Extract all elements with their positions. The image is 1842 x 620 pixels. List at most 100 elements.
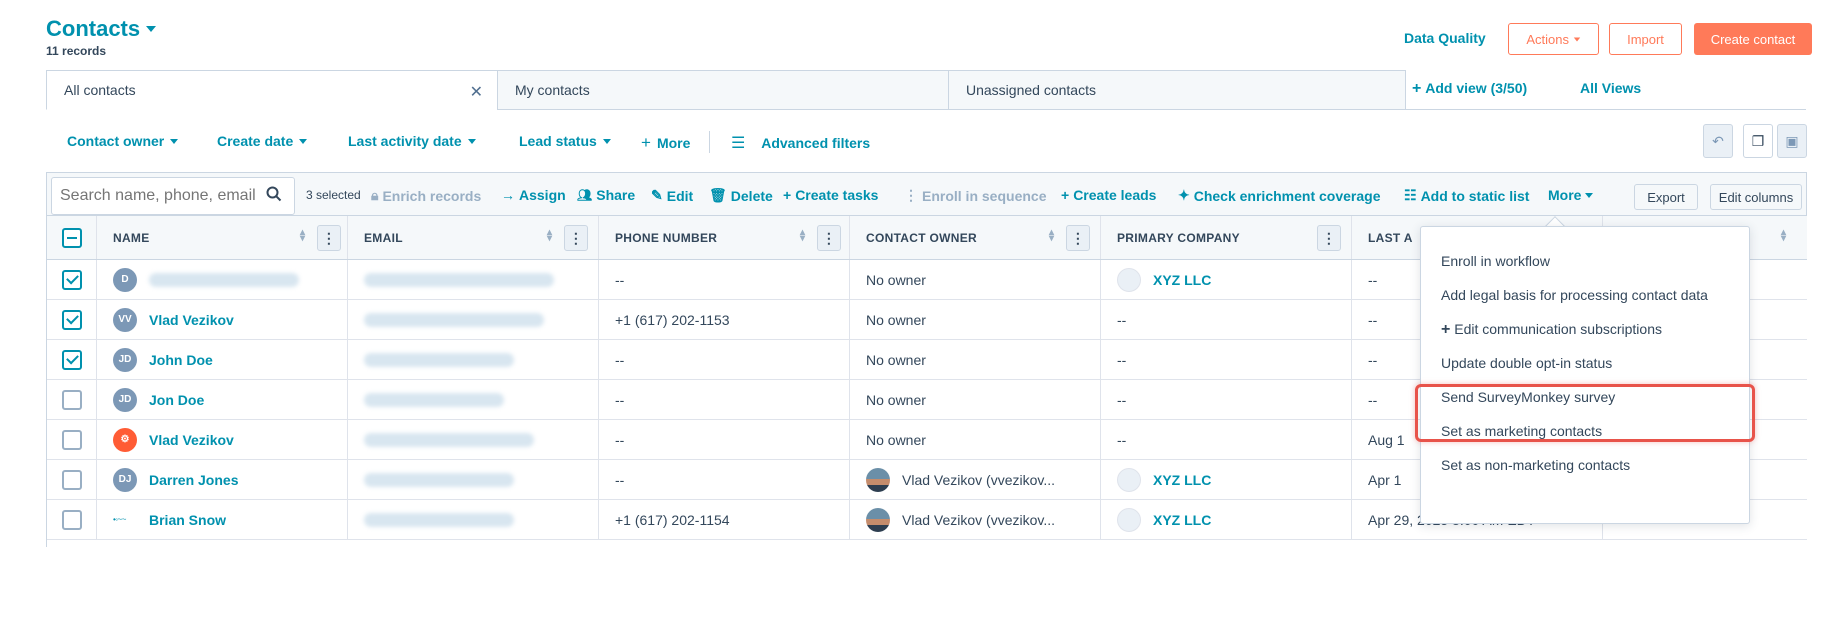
select-all-checkbox[interactable]	[62, 227, 82, 248]
selected-count: 3 selected	[306, 188, 361, 202]
column-options-icon[interactable]: ⋮	[1317, 225, 1341, 251]
tab-my-contacts[interactable]: My contacts	[497, 70, 949, 110]
company-cell: --	[1101, 340, 1352, 379]
caret-down-icon	[1573, 37, 1580, 41]
contact-name-link[interactable]: Darren Jones	[149, 472, 238, 488]
create-tasks-button[interactable]: + Create tasks	[783, 187, 878, 203]
company-link[interactable]: XYZ LLC	[1153, 472, 1211, 488]
all-views-link[interactable]: All Views	[1580, 80, 1641, 96]
create-leads-button[interactable]: + Create leads	[1061, 187, 1156, 203]
avatar: JD	[113, 347, 137, 372]
phone-cell: --	[599, 460, 850, 499]
add-view-button[interactable]: + Add view (3/50)	[1412, 80, 1527, 98]
menu-item-enroll-in-workflow[interactable]: Enroll in workflow	[1441, 253, 1550, 269]
import-button[interactable]: Import	[1609, 23, 1682, 55]
sort-icon[interactable]: ▴ ▾	[547, 228, 552, 244]
row-checkbox[interactable]	[62, 509, 82, 530]
menu-item-update-double-opt-in[interactable]: Update double opt-in status	[1441, 355, 1612, 371]
sparkle-icon: ✦	[1178, 187, 1190, 203]
row-checkbox[interactable]	[62, 309, 82, 330]
filter-contact-owner[interactable]: Contact owner	[67, 133, 179, 149]
contact-name-link[interactable]: Vlad Vezikov	[149, 432, 234, 448]
row-checkbox[interactable]	[62, 269, 82, 290]
filter-last-activity-date[interactable]: Last activity date	[348, 133, 476, 149]
tabs-divider	[1405, 109, 1806, 110]
name-cell: •◦~~ Brian Snow	[97, 500, 348, 539]
column-options-icon[interactable]: ⋮	[564, 225, 588, 251]
enroll-in-sequence-button[interactable]: ⋮ Enroll in sequence	[904, 187, 1046, 204]
share-button[interactable]: 👥︎ Share	[577, 187, 635, 203]
redacted-email	[364, 432, 534, 447]
column-name[interactable]: NAME ▴ ▾ ⋮	[97, 216, 348, 259]
add-to-static-list-button[interactable]: ☷ Add to static list	[1404, 187, 1529, 204]
filter-lead-status[interactable]: Lead status	[519, 133, 611, 149]
save-icon[interactable]: ▣	[1777, 124, 1807, 158]
redacted-email	[364, 312, 544, 327]
filter-create-date[interactable]: Create date	[217, 133, 308, 149]
sort-icon[interactable]: ▴ ▾	[1049, 228, 1054, 244]
column-email[interactable]: EMAIL ▴ ▾ ⋮	[348, 216, 599, 259]
data-quality-link[interactable]: Data Quality	[1404, 30, 1486, 46]
redacted-email	[364, 352, 514, 367]
plus-icon: +	[1412, 80, 1422, 97]
menu-item-add-legal-basis[interactable]: Add legal basis for processing contact d…	[1441, 287, 1708, 303]
redacted-email	[364, 272, 554, 287]
avatar: VV	[113, 307, 137, 332]
export-button[interactable]: Export	[1634, 184, 1698, 210]
menu-item-edit-communication-subscriptions[interactable]: + Edit communication subscriptions	[1441, 321, 1662, 339]
check-enrichment-coverage-button[interactable]: ✦ Check enrichment coverage	[1178, 187, 1380, 204]
column-options-icon[interactable]: ⋮	[817, 225, 841, 251]
create-contact-button[interactable]: Create contact	[1694, 23, 1812, 55]
column-primary-company[interactable]: PRIMARY COMPANY ⋮	[1101, 216, 1352, 259]
column-options-icon[interactable]: ⋮	[1066, 225, 1090, 251]
page-title[interactable]: Contacts	[46, 16, 157, 42]
menu-item-set-non-marketing[interactable]: Set as non-marketing contacts	[1441, 457, 1630, 473]
sort-icon[interactable]: ▴ ▾	[1781, 228, 1786, 244]
lock-icon: 🔒︎	[371, 187, 379, 203]
company-logo-icon	[1117, 267, 1141, 292]
row-checkbox[interactable]	[62, 429, 82, 450]
row-select-cell	[47, 420, 97, 459]
column-options-icon[interactable]: ⋮	[317, 225, 341, 251]
search-input[interactable]	[51, 177, 295, 215]
delete-button[interactable]: 🗑︎ Delete	[709, 187, 773, 204]
sort-icon[interactable]: ▴ ▾	[300, 228, 305, 244]
row-checkbox[interactable]	[62, 349, 82, 370]
caret-down-icon	[170, 138, 179, 144]
column-phone-number[interactable]: PHONE NUMBER ▴ ▾ ⋮	[599, 216, 850, 259]
row-checkbox[interactable]	[62, 469, 82, 490]
company-logo-icon	[1117, 507, 1141, 532]
name-cell: DJ Darren Jones	[97, 460, 348, 499]
plus-icon: +	[1061, 187, 1070, 203]
contact-name-link[interactable]: Vlad Vezikov	[149, 312, 234, 328]
company-link[interactable]: XYZ LLC	[1153, 272, 1211, 288]
company-cell: XYZ LLC	[1101, 500, 1352, 539]
column-contact-owner[interactable]: CONTACT OWNER ▴ ▾ ⋮	[850, 216, 1101, 259]
select-all-cell	[47, 216, 97, 259]
name-cell: JD Jon Doe	[97, 380, 348, 419]
filter-more[interactable]: + More	[641, 133, 690, 153]
email-cell	[348, 300, 599, 339]
contact-name-link[interactable]: Jon Doe	[149, 392, 204, 408]
close-icon[interactable]: ✕	[470, 82, 483, 102]
sort-icon[interactable]: ▴ ▾	[800, 228, 805, 244]
enrich-records-button[interactable]: 🔒︎ Enrich records	[371, 187, 481, 204]
row-checkbox[interactable]	[62, 389, 82, 410]
edit-columns-button[interactable]: Edit columns	[1710, 184, 1802, 210]
assign-button[interactable]: → Assign	[501, 187, 566, 203]
edit-button[interactable]: ✎ Edit	[651, 187, 693, 204]
contact-name-link[interactable]: Brian Snow	[149, 512, 226, 528]
advanced-filters-button[interactable]: ☰ Advanced filters	[731, 133, 870, 153]
phone-cell: +1 (617) 202-1154	[599, 500, 850, 539]
actions-button[interactable]: Actions	[1508, 23, 1599, 55]
search-icon[interactable]	[266, 186, 282, 207]
tab-unassigned-contacts[interactable]: Unassigned contacts	[948, 70, 1406, 110]
contact-name-link[interactable]: John Doe	[149, 352, 213, 368]
tab-all-contacts[interactable]: All contacts ✕	[46, 70, 498, 110]
email-cell	[348, 460, 599, 499]
owner-cell: No owner	[850, 340, 1101, 379]
company-link[interactable]: XYZ LLC	[1153, 512, 1211, 528]
copy-icon[interactable]: ❐	[1743, 124, 1773, 158]
undo-icon[interactable]: ↶	[1703, 124, 1733, 158]
more-actions-button[interactable]: More	[1548, 187, 1594, 203]
